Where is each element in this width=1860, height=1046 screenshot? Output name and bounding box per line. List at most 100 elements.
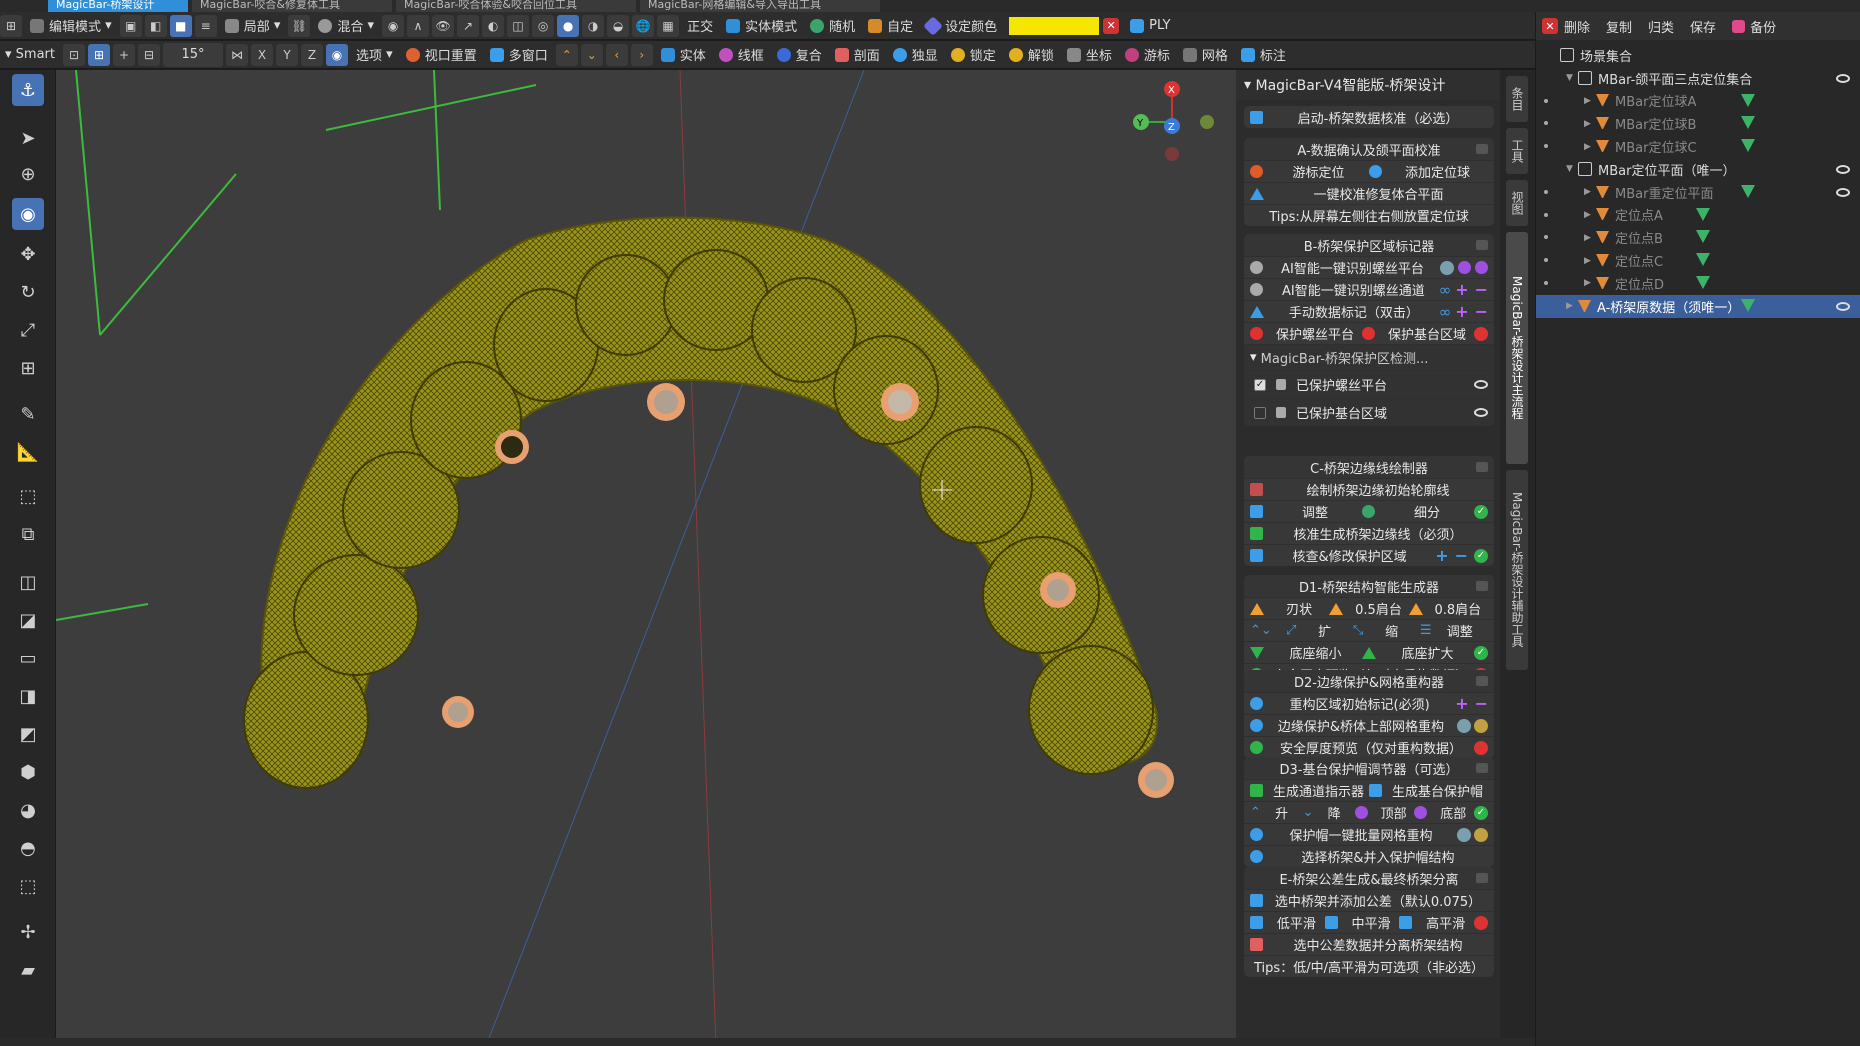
expand-arrow-icon[interactable]: ▶ <box>1584 187 1596 197</box>
protected-abutment-checkbox[interactable] <box>1254 406 1266 419</box>
ply-button[interactable]: PLY <box>1125 14 1175 38</box>
tab-item[interactable]: 条目 <box>1506 76 1528 122</box>
tab-occlusion-tools[interactable]: MagicBar-咬合&修复体工具 <box>192 0 392 12</box>
panel-menu-icon[interactable] <box>1476 581 1488 591</box>
base-shrink-button[interactable]: 底座缩小 <box>1269 643 1362 662</box>
select-tool-icon[interactable]: ➤ <box>12 122 44 154</box>
check-region-button[interactable]: 核查&修改保护区域 + − ✓ <box>1244 544 1494 566</box>
options-dropdown[interactable]: 选项 ▾ <box>351 43 398 67</box>
protect-abutment-button[interactable]: 保护基台区域 <box>1380 324 1474 343</box>
eye-icon[interactable] <box>1836 187 1850 197</box>
backup-button[interactable]: 备份 <box>1732 17 1776 36</box>
shear-tool-icon[interactable]: ⬚ <box>12 870 44 902</box>
tree-row-point-a[interactable]: ▶ 定位点A <box>1536 204 1860 227</box>
loopcut-tool-icon[interactable]: ▭ <box>12 642 44 674</box>
ai-screw-platform-button[interactable]: AI智能一键识别螺丝平台 <box>1244 256 1494 278</box>
low-smooth-button[interactable]: 低平滑 <box>1268 913 1325 932</box>
globe-icon[interactable]: 🌐 <box>632 14 655 37</box>
add-ball-button[interactable]: 添加定位球 <box>1387 162 1488 181</box>
menu-icon[interactable]: ≡ <box>194 14 217 37</box>
lock-button[interactable]: 锁定 <box>946 43 1001 67</box>
grid-icon[interactable]: ▦ <box>657 14 680 37</box>
tree-row-scene-collection[interactable]: 场景集合 <box>1536 44 1860 67</box>
wireframe-shading-icon[interactable]: ◎ <box>532 14 555 37</box>
angle-field[interactable]: 15° <box>163 42 223 67</box>
shrink-tool-icon[interactable]: ◓ <box>12 832 44 864</box>
tab-view[interactable]: 视图 <box>1506 180 1528 226</box>
axis-y-toggle[interactable]: Y <box>276 43 298 66</box>
panel-menu-icon[interactable] <box>1476 676 1488 686</box>
nav-gizmo[interactable]: X Y Z <box>1133 81 1214 161</box>
gizmo-neg-x-handle[interactable] <box>1165 147 1179 161</box>
tree-row-point-d[interactable]: ▶ 定位点D <box>1536 272 1860 295</box>
tab-mesh-edit[interactable]: MagicBar-网格编辑&导入导出工具 <box>640 0 880 12</box>
annotate-tool-icon[interactable]: ✎ <box>12 398 44 430</box>
knife-edge-button[interactable]: 刃状 <box>1269 599 1329 618</box>
tree-row-point-c[interactable]: ▶ 定位点C <box>1536 249 1860 272</box>
cursor-button[interactable]: 游标 <box>1120 43 1175 67</box>
add-icon[interactable]: + <box>1455 302 1468 321</box>
base-expand-button[interactable]: 底座扩大 <box>1381 643 1474 662</box>
pivot-local-dropdown[interactable]: 局部 ▾ <box>220 14 286 38</box>
section-c-header[interactable]: C-桥架边缘线绘制器 <box>1244 456 1494 478</box>
color-swatch[interactable] <box>1009 16 1100 35</box>
add-icon[interactable]: + <box>1455 694 1468 713</box>
smart-dropdown[interactable]: ▾ Smart <box>0 43 60 67</box>
material-shading-icon[interactable]: ◑ <box>582 14 605 37</box>
thickness-preview-2-button[interactable]: 安全厚度预览（仅对重构数据） <box>1244 736 1494 758</box>
shoulder-05-button[interactable]: 0.5肩台 <box>1348 599 1408 618</box>
tab-bridge-design[interactable]: MagicBar-桥架设计 <box>48 0 188 12</box>
confirm-icon[interactable] <box>1475 261 1488 274</box>
clear-color-icon[interactable]: ✕ <box>1103 17 1120 34</box>
grid-button[interactable]: 网格 <box>1178 43 1233 67</box>
editor-type-icon[interactable]: ⊞ <box>0 14 22 37</box>
confirm-check-icon[interactable]: ✓ <box>1474 645 1488 660</box>
remove-icon[interactable]: − <box>1475 694 1488 713</box>
start-button[interactable]: 启动-桥架数据核准（必选） <box>1244 106 1494 128</box>
remove-icon[interactable]: − <box>1455 546 1468 565</box>
cap-remesh-button[interactable]: 保护帽一键批量网格重构 <box>1244 823 1494 845</box>
eye-icon[interactable] <box>1836 164 1850 174</box>
adjust-d1-button[interactable]: 调整 <box>1432 621 1489 640</box>
copy-button[interactable]: 复制 <box>1606 17 1632 36</box>
save-button[interactable]: 保存 <box>1690 17 1716 36</box>
expand-arrow-icon[interactable]: ▶ <box>1584 142 1596 152</box>
annot-button[interactable]: 标注 <box>1236 43 1291 67</box>
stop-icon[interactable] <box>1474 915 1489 930</box>
infinity-icon[interactable]: ∞ <box>1439 281 1452 299</box>
eye-icon[interactable] <box>1836 73 1850 83</box>
mode-dropdown[interactable]: 编辑模式 ▾ <box>25 14 117 38</box>
view-anchor-icon[interactable]: ⚓ <box>12 74 44 106</box>
merge-cap-button[interactable]: 选择桥架&并入保护帽结构 <box>1244 845 1494 867</box>
section-d2-header[interactable]: D2-边缘保护&网格重构器 <box>1244 670 1494 692</box>
cursor-tool-icon[interactable]: ⊕ <box>12 158 44 190</box>
composite-button[interactable]: 复合 <box>772 43 827 67</box>
knife-tool-icon[interactable]: ◨ <box>12 680 44 712</box>
option-icon[interactable] <box>1458 261 1471 274</box>
raise-button[interactable]: 升 <box>1261 803 1303 822</box>
custom-button[interactable]: 自定 <box>863 14 918 38</box>
gizmo-icon[interactable]: ↗ <box>457 14 480 37</box>
axis-x-toggle[interactable]: X <box>251 43 273 66</box>
add-tolerance-button[interactable]: 选中桥架并添加公差（默认0.075） <box>1244 889 1494 911</box>
link-icon[interactable]: ⛓ <box>288 14 311 37</box>
shrink-button[interactable]: 缩 <box>1363 621 1420 640</box>
ortho-button[interactable]: 正交 <box>682 14 718 38</box>
top-button[interactable]: 顶部 <box>1373 803 1415 822</box>
falloff-icon[interactable]: ∧ <box>407 14 430 37</box>
transform-icon[interactable]: ◉ <box>326 43 348 66</box>
manual-mark-button[interactable]: 手动数据标记（双击） ∞ + − <box>1244 300 1494 322</box>
xray-icon[interactable]: ◫ <box>507 14 530 37</box>
edge-protect-button[interactable]: 边缘保护&桥体上部网格重构 <box>1244 714 1494 736</box>
eye-icon[interactable] <box>1474 380 1488 389</box>
expand-arrow-icon[interactable]: ▼ <box>1566 164 1578 174</box>
expand-arrow-icon[interactable]: ▶ <box>1584 96 1596 106</box>
section-d1-header[interactable]: D1-桥架结构智能生成器 <box>1244 575 1494 597</box>
snap-icon[interactable]: ⊡ <box>63 43 85 66</box>
arrow-right-icon[interactable]: › <box>630 43 653 66</box>
rip-tool-icon[interactable]: ✢ <box>12 916 44 948</box>
tree-row-plane-collection[interactable]: ▼ MBar-颌平面三点定位集合 <box>1536 67 1860 90</box>
view-reset-button[interactable]: 视口重置 <box>401 43 482 67</box>
bevel-tool-icon[interactable]: ◪ <box>12 604 44 636</box>
remove-icon[interactable]: − <box>1475 302 1488 321</box>
